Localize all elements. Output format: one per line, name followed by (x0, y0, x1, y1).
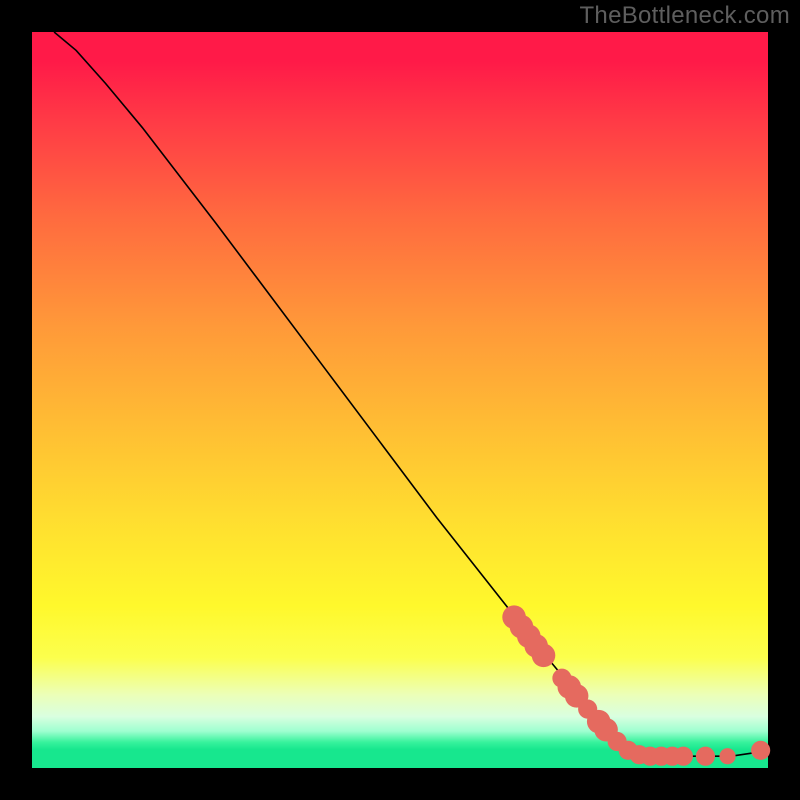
marker-point (696, 747, 715, 766)
chart-svg (32, 32, 768, 768)
marker-point (674, 747, 693, 766)
chart-plot-area (32, 32, 768, 768)
highlighted-markers (502, 605, 770, 765)
marker-point (719, 748, 735, 764)
watermark-text: TheBottleneck.com (579, 2, 790, 30)
bottleneck-curve-line (54, 32, 761, 756)
marker-point (751, 741, 770, 760)
marker-point (532, 644, 556, 668)
